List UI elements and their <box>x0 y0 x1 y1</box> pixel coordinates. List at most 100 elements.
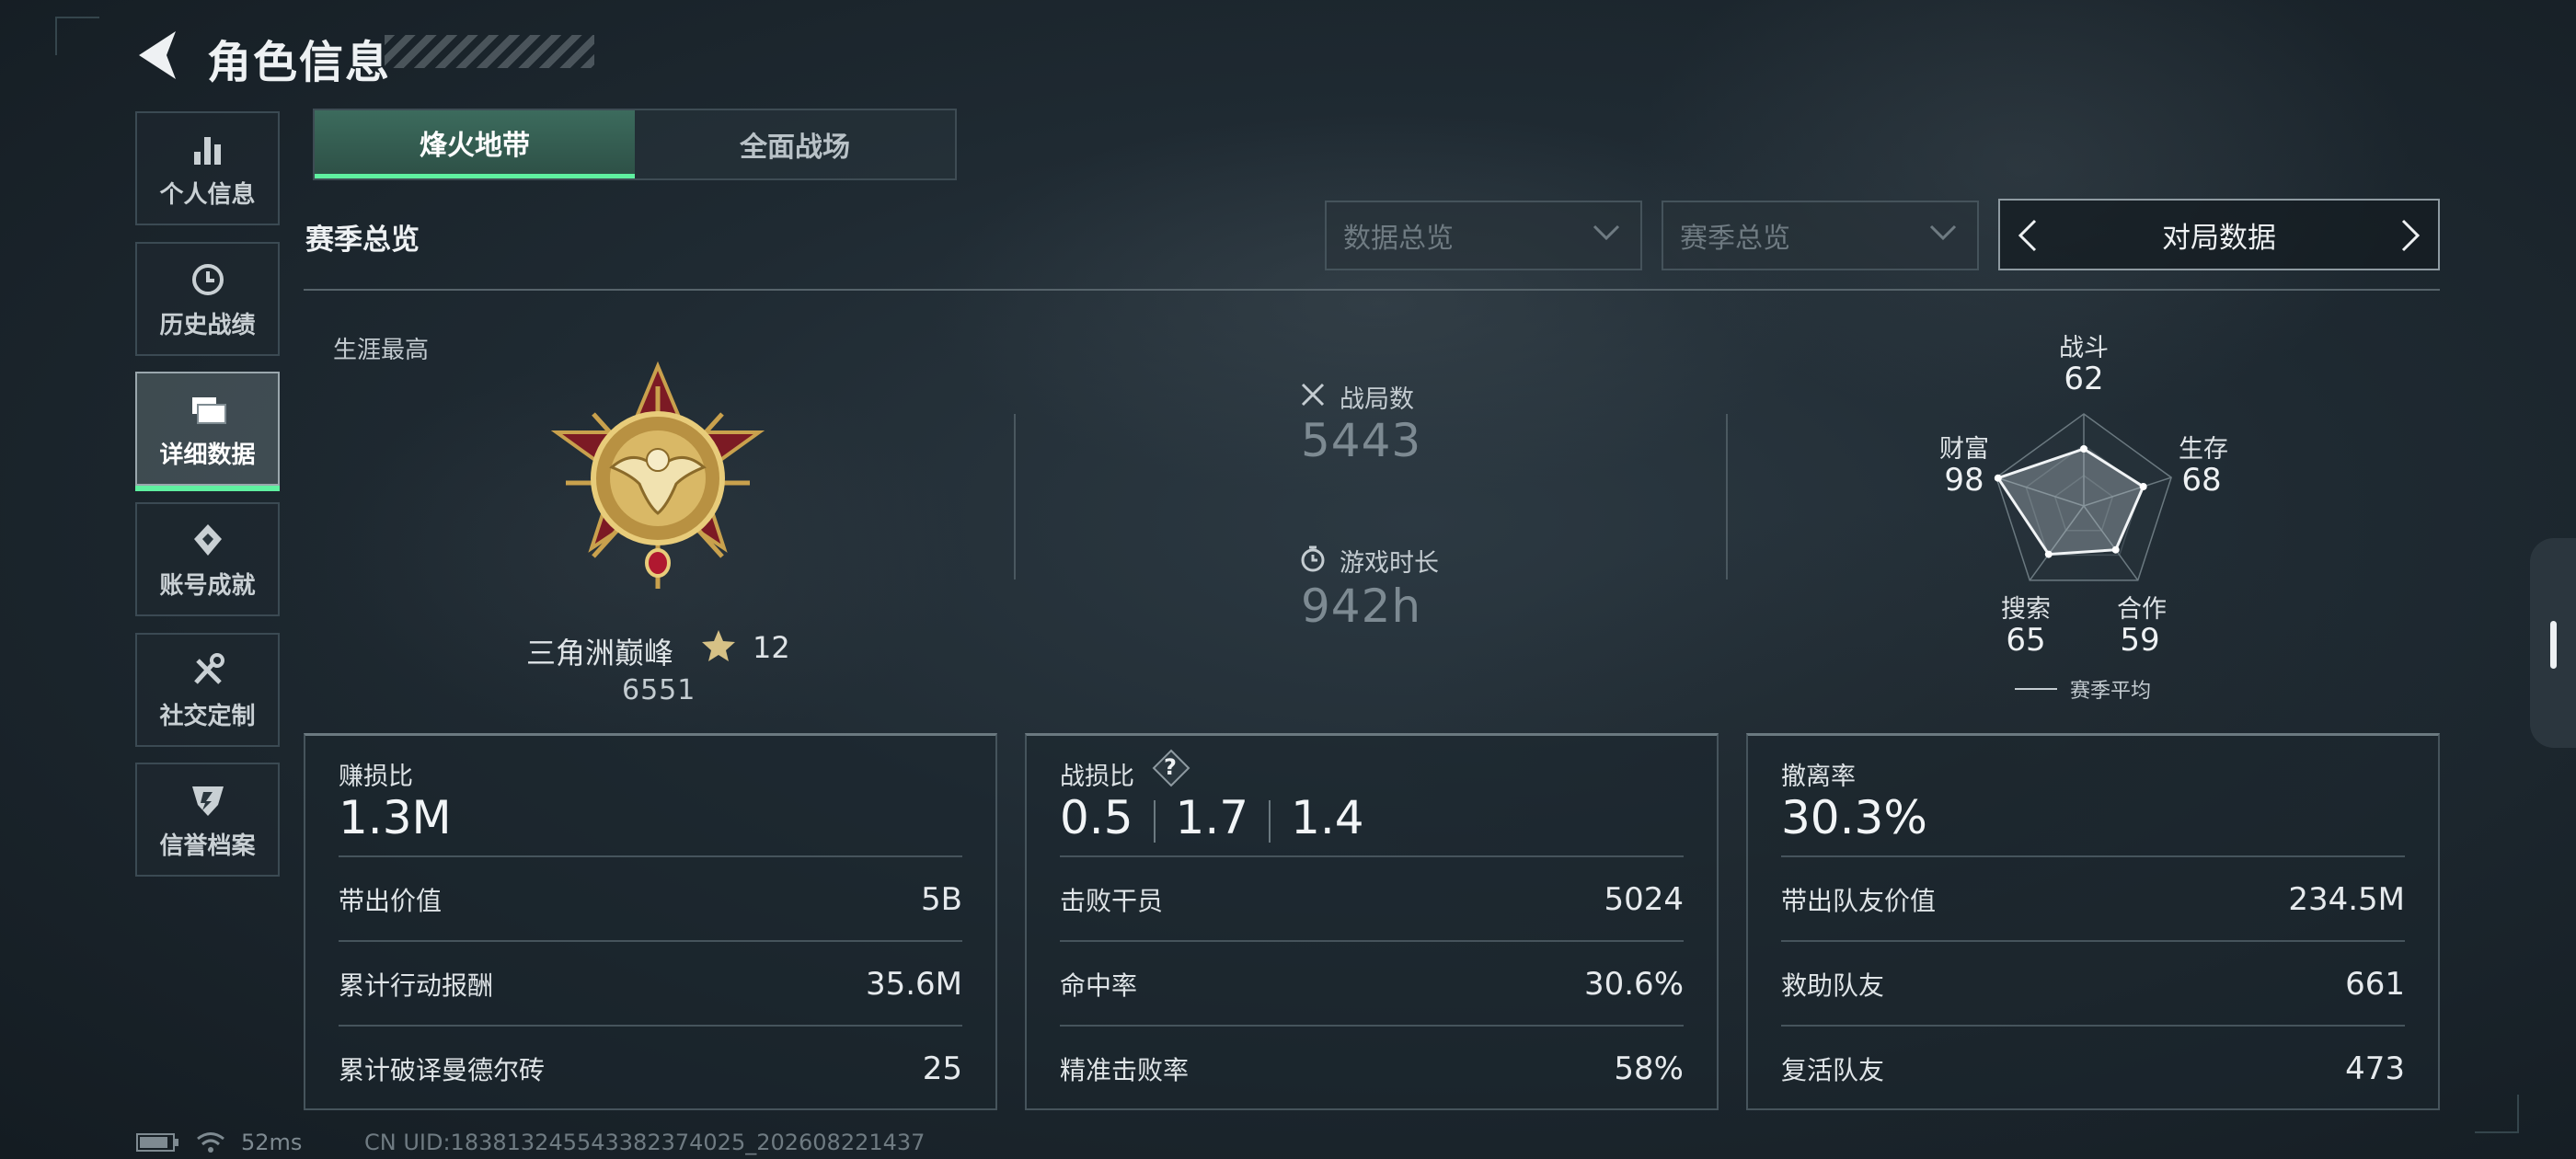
radar-value-wealth: 98 <box>1944 462 1984 499</box>
title-decoration <box>385 35 594 68</box>
row-value: 5B <box>921 881 962 918</box>
table-row: 累计破译曼德尔砖 25 <box>339 1025 962 1111</box>
radar-point <box>2111 545 2120 554</box>
table-row: 带出队友价值 234.5M <box>1781 855 2405 942</box>
radar-label-combat: 战斗 <box>2059 334 2109 362</box>
row-value: 35.6M <box>865 966 962 1003</box>
legend-line <box>2015 688 2057 690</box>
tab-hazard-zone[interactable]: 烽火地带 <box>315 110 635 178</box>
badge-icon <box>193 523 222 556</box>
dropdown-value: 赛季总览 <box>1680 223 1790 255</box>
row-label: 命中率 <box>1060 970 1138 1001</box>
section-title: 赛季总览 <box>305 224 420 257</box>
playtime-label: 游戏时长 <box>1340 549 1439 578</box>
row-value: 5024 <box>1604 881 1684 918</box>
hud-corner <box>55 17 99 55</box>
clock-icon <box>191 263 224 295</box>
kd-ratio-value: 1.7 <box>1175 791 1249 844</box>
row-value: 234.5M <box>2288 881 2405 918</box>
table-row: 命中率 30.6% <box>1060 940 1684 1027</box>
profit-panel: 赚损比 1.3M 带出价值 5B 累计行动报酬 35.6M 累计破译曼德尔砖 2… <box>304 733 997 1110</box>
help-mark: ? <box>1164 754 1177 780</box>
hud-corner <box>2475 1095 2519 1133</box>
radar-value-combat: 62 <box>2064 361 2104 397</box>
row-label: 带出队友价值 <box>1781 886 1937 916</box>
row-value: 473 <box>2345 1050 2405 1087</box>
back-arrow-icon[interactable] <box>133 28 179 83</box>
row-label: 累计破译曼德尔砖 <box>339 1055 546 1085</box>
sidebar-item-label: 历史战绩 <box>159 311 256 339</box>
table-row: 带出价值 5B <box>339 855 962 942</box>
radar-point <box>2044 550 2053 558</box>
radar-point <box>2080 445 2087 453</box>
radar-label-survival: 生存 <box>2179 435 2228 464</box>
row-value: 58% <box>1614 1050 1684 1087</box>
matches-label: 战局数 <box>1340 385 1414 414</box>
sidebar-item-achievements[interactable]: 账号成就 <box>135 502 280 616</box>
wifi-icon <box>197 1132 224 1153</box>
side-drawer-handle[interactable] <box>2530 538 2576 748</box>
rank-stars-count: 12 <box>753 630 790 665</box>
row-value: 661 <box>2345 966 2405 1003</box>
sidebar-item-profile[interactable]: 个人信息 <box>135 111 280 225</box>
kd-ratio-value: 1.4 <box>1291 791 1364 844</box>
tab-full-battlefield[interactable]: 全面战场 <box>635 110 955 178</box>
chevron-left-icon[interactable] <box>2015 219 2039 252</box>
radar-value-teamwork: 59 <box>2120 622 2160 659</box>
row-value: 30.6% <box>1583 966 1684 1003</box>
page-title: 角色信息 <box>207 37 392 88</box>
sidebar-item-reputation[interactable]: 信誉档案 <box>135 763 280 877</box>
row-label: 击败干员 <box>1060 886 1164 916</box>
ability-radar: 战斗 62 生存 68 合作 59 搜索 65 财富 98 <box>1895 322 2291 708</box>
sidebar-item-social[interactable]: 社交定制 <box>135 633 280 747</box>
panel-title: 战损比 <box>1060 763 1134 791</box>
kd-ratio-value: 0.5 <box>1060 791 1133 844</box>
chevron-down-icon <box>1929 224 1957 241</box>
legend-label: 赛季平均 <box>2070 680 2152 703</box>
sidebar-item-label: 账号成就 <box>159 571 256 600</box>
section-divider <box>304 289 2440 291</box>
radar-point <box>2139 482 2147 490</box>
table-row: 精准击败率 58% <box>1060 1025 1684 1111</box>
rank-score: 6551 <box>622 674 696 706</box>
row-label: 精准击败率 <box>1060 1055 1190 1085</box>
career-best-label: 生涯最高 <box>333 337 430 364</box>
playtime-value: 942h <box>1301 580 1422 633</box>
extract-panel: 撤离率 30.3% 带出队友价值 234.5M 救助队友 661 复活队友 47… <box>1746 733 2440 1110</box>
table-row: 复活队友 473 <box>1781 1025 2405 1111</box>
radar-label-teamwork: 合作 <box>2117 595 2167 624</box>
chevron-right-icon[interactable] <box>2399 219 2423 252</box>
pager-label: 对局数据 <box>2162 221 2276 255</box>
panel-main-value: 1.3M <box>339 791 452 844</box>
status-bar: 52ms <box>136 1130 302 1155</box>
mode-tabs: 烽火地带 全面战场 <box>313 109 957 180</box>
row-label: 累计行动报酬 <box>339 970 494 1001</box>
sidebar-item-details[interactable]: 详细数据 <box>135 372 280 491</box>
radar-value-search: 65 <box>2006 622 2046 659</box>
data-type-dropdown[interactable]: 数据总览 <box>1325 201 1642 270</box>
row-value: 25 <box>922 1050 962 1087</box>
kd-panel: 战损比 ? 0.5 1.7 1.4 击败干员 5024 命中率 30.6% 精准击败… <box>1025 733 1719 1110</box>
vertical-divider <box>1726 414 1728 580</box>
sidebar-item-history[interactable]: 历史战绩 <box>135 242 280 356</box>
sidebar-item-label: 详细数据 <box>159 441 256 469</box>
kd-ratios: 0.5 1.7 1.4 <box>1060 791 1364 844</box>
ratio-separator <box>1269 799 1271 843</box>
ratio-separator <box>1153 799 1156 843</box>
sidebar-item-label: 个人信息 <box>159 180 256 209</box>
season-dropdown[interactable]: 赛季总览 <box>1662 201 1979 270</box>
emblem-icon <box>191 786 224 816</box>
bar-chart-icon <box>193 136 221 165</box>
table-row: 击败干员 5024 <box>1060 855 1684 942</box>
matches-value: 5443 <box>1301 414 1422 467</box>
panel-title: 撤离率 <box>1781 763 1856 791</box>
chevron-down-icon <box>1593 224 1620 241</box>
sidebar-item-label: 信誉档案 <box>159 832 256 860</box>
sidebar-item-label: 社交定制 <box>159 702 256 730</box>
radar-label-wealth: 财富 <box>1939 435 1989 464</box>
panel-main-value: 30.3% <box>1781 791 1927 844</box>
table-row: 救助队友 661 <box>1781 940 2405 1027</box>
folder-icon <box>191 396 226 424</box>
help-icon[interactable]: ? <box>1152 749 1190 787</box>
radar-label-search: 搜索 <box>2001 595 2051 624</box>
